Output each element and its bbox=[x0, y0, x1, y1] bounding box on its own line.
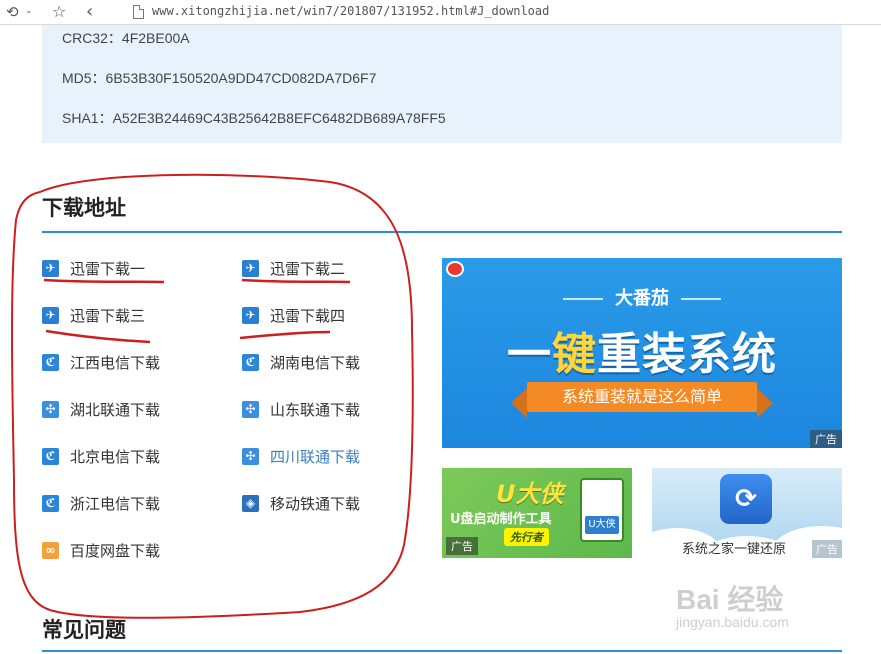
download-link-zhejiang-telecom[interactable]: ℭ 浙江电信下载 bbox=[42, 492, 160, 514]
usb-drive-icon: U大侠 bbox=[580, 478, 624, 542]
download-link-label: 百度网盘下载 bbox=[70, 541, 161, 560]
download-link-label: 迅雷下载四 bbox=[270, 306, 346, 325]
udax-subtitle: U盘启动制作工具 bbox=[450, 512, 552, 527]
download-link-beijing-telecom[interactable]: ℭ 北京电信下载 bbox=[42, 445, 160, 467]
ad-tag: 广告 bbox=[810, 430, 842, 448]
undo-icon[interactable]: ⟲ bbox=[6, 2, 19, 22]
download-link-label: 北京电信下载 bbox=[70, 447, 161, 466]
crc32-value: CRC32：4F2BE00A bbox=[62, 30, 190, 46]
annotation-underline bbox=[239, 330, 331, 340]
baidu-jingyan-watermark: Bai 经验 bbox=[676, 584, 784, 615]
chevron-down-icon[interactable]: ⌄ bbox=[25, 4, 33, 18]
download-link-hunan-telecom[interactable]: ℭ 湖南电信下载 bbox=[242, 351, 360, 373]
decor-dash bbox=[563, 298, 603, 300]
telecom-icon: ℭ bbox=[42, 447, 59, 465]
restore-icon: ⟳ bbox=[720, 474, 772, 524]
download-section-title: 下载地址 bbox=[42, 196, 126, 220]
thunder-icon: ✈ bbox=[242, 259, 259, 277]
headline-highlight: 键 bbox=[552, 329, 597, 380]
download-link-baidu-pan[interactable]: ∞ 百度网盘下载 bbox=[42, 539, 160, 561]
decor-dash bbox=[681, 298, 721, 300]
mobile-icon: ◈ bbox=[242, 494, 259, 512]
download-link-label: 迅雷下载二 bbox=[270, 259, 346, 278]
ad-tag: 广告 bbox=[812, 540, 842, 558]
thunder-icon: ✈ bbox=[42, 259, 59, 277]
back-arrow-icon[interactable]: ‹ bbox=[86, 2, 93, 22]
browser-toolbar: ⟲ ⌄ ☆ ‹ www.xitongzhijia.net/win7/201807… bbox=[0, 0, 881, 25]
page-icon bbox=[133, 5, 144, 19]
restore-text: 系统之家一键还原 bbox=[682, 542, 787, 557]
download-link-hubei-unicom[interactable]: ✣ 湖北联通下载 bbox=[42, 398, 160, 420]
faq-section-title: 常见问题 bbox=[42, 618, 126, 642]
unicom-icon: ✣ bbox=[242, 447, 259, 465]
udax-badge: 先行者 bbox=[504, 528, 549, 546]
ad-one-click-reinstall[interactable]: 大番茄 一键重装系统 系统重装就是这么简单 广告 bbox=[442, 258, 842, 448]
watermark-url: jingyan.baidu.com bbox=[676, 614, 789, 630]
faq-divider bbox=[42, 650, 842, 652]
download-link-label: 迅雷下载三 bbox=[70, 306, 146, 325]
ad-tag: 广告 bbox=[446, 537, 478, 555]
sha1-value: SHA1：A52E3B24469C43B25642B8EFC6482DB689A… bbox=[62, 110, 446, 126]
download-link-jiangxi-telecom[interactable]: ℭ 江西电信下载 bbox=[42, 351, 160, 373]
headline-part: 重装系统 bbox=[597, 329, 777, 380]
download-link-label: 江西电信下载 bbox=[70, 353, 161, 372]
download-link-label: 湖南电信下载 bbox=[270, 353, 361, 372]
telecom-icon: ℭ bbox=[42, 353, 59, 371]
download-link-label: 浙江电信下载 bbox=[70, 494, 161, 513]
baidu-pan-icon: ∞ bbox=[42, 541, 59, 559]
ad-brand: 大番茄 bbox=[442, 284, 842, 310]
ad-headline: 一键重装系统 bbox=[442, 318, 842, 382]
unicom-icon: ✣ bbox=[242, 400, 259, 418]
address-bar[interactable]: www.xitongzhijia.net/win7/201807/131952.… bbox=[152, 4, 549, 18]
telecom-icon: ℭ bbox=[242, 353, 259, 371]
ad-ribbon: 系统重装就是这么简单 bbox=[511, 382, 773, 418]
download-link-label: 迅雷下载一 bbox=[70, 259, 146, 278]
download-link-label: 山东联通下载 bbox=[270, 400, 361, 419]
udax-title: U大侠 bbox=[496, 480, 564, 508]
ad-brand-text: 大番茄 bbox=[615, 288, 669, 309]
download-link-thunder-3[interactable]: ✈ 迅雷下载三 bbox=[42, 304, 145, 326]
ad-udax[interactable]: U大侠 U盘启动制作工具 先行者 U大侠 广告 bbox=[442, 468, 632, 558]
download-link-thunder-1[interactable]: ✈ 迅雷下载一 bbox=[42, 257, 145, 279]
download-link-label: 四川联通下载 bbox=[270, 447, 361, 466]
ad-one-click-restore[interactable]: ⟳ 系统之家一键还原 广告 bbox=[652, 468, 842, 558]
annotation-underline bbox=[241, 278, 351, 284]
download-link-thunder-4[interactable]: ✈ 迅雷下载四 bbox=[242, 304, 345, 326]
hash-info-box: CRC32：4F2BE00A MD5：6B53B30F150520A9DD47C… bbox=[42, 25, 842, 143]
usb-label: U大侠 bbox=[585, 516, 619, 534]
download-link-label: 移动铁通下载 bbox=[270, 494, 361, 513]
headline-part: 一 bbox=[507, 329, 552, 380]
star-icon[interactable]: ☆ bbox=[52, 2, 66, 22]
thunder-icon: ✈ bbox=[242, 306, 259, 324]
annotation-underline bbox=[45, 329, 151, 344]
download-link-sichuan-unicom[interactable]: ✣ 四川联通下载 bbox=[242, 445, 360, 467]
section-divider bbox=[42, 231, 842, 233]
download-link-thunder-2[interactable]: ✈ 迅雷下载二 bbox=[242, 257, 345, 279]
annotation-underline bbox=[43, 278, 165, 284]
telecom-icon: ℭ bbox=[42, 494, 59, 512]
download-link-shandong-unicom[interactable]: ✣ 山东联通下载 bbox=[242, 398, 360, 420]
tomato-logo-icon bbox=[446, 261, 464, 277]
unicom-icon: ✣ bbox=[42, 400, 59, 418]
download-link-mobile-tietong[interactable]: ◈ 移动铁通下载 bbox=[242, 492, 360, 514]
download-link-label: 湖北联通下载 bbox=[70, 400, 161, 419]
thunder-icon: ✈ bbox=[42, 306, 59, 324]
md5-value: MD5：6B53B30F150520A9DD47CD082DA7D6F7 bbox=[62, 70, 377, 86]
